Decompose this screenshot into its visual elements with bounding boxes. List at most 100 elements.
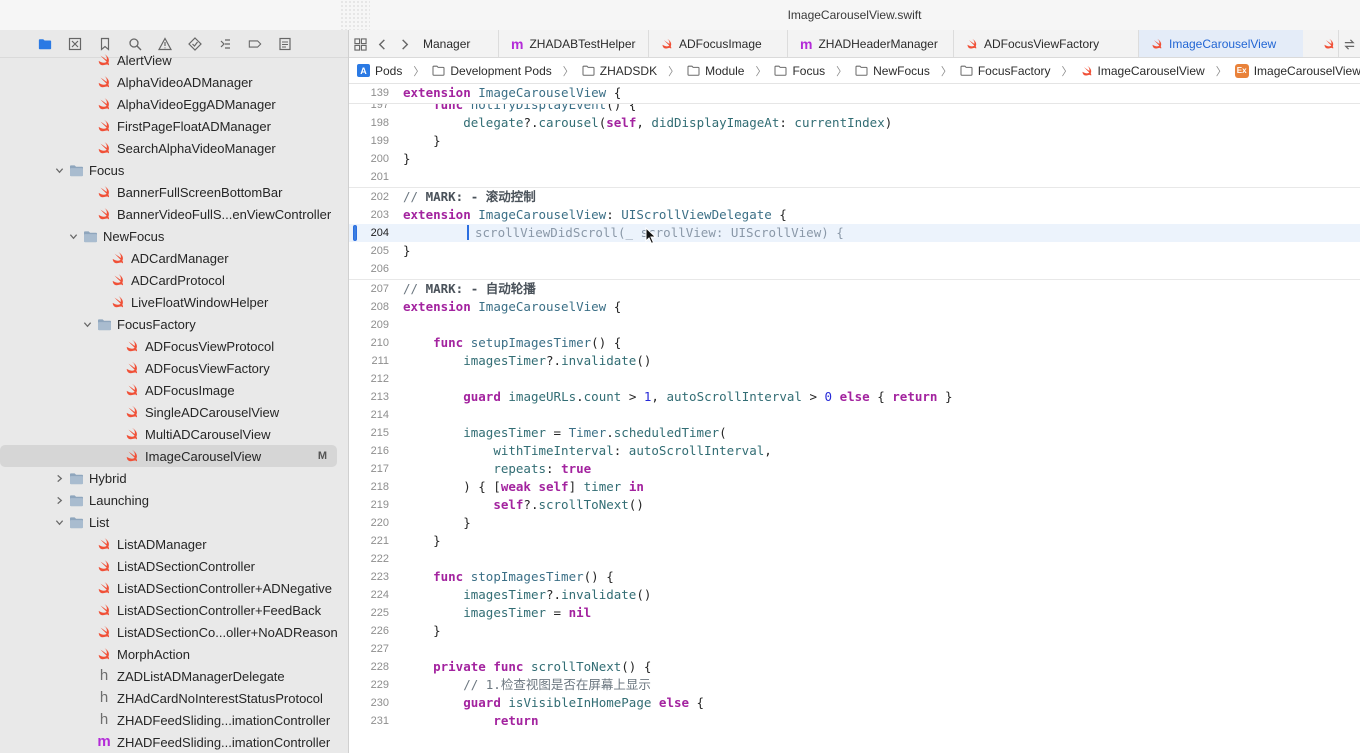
code-line[interactable]: 201 xyxy=(349,168,1360,186)
file-row[interactable]: ADFocusViewFactory xyxy=(0,357,348,379)
code-line[interactable]: 200} xyxy=(349,150,1360,168)
code-line[interactable]: 199 } xyxy=(349,132,1360,150)
code-line[interactable]: 225 imagesTimer = nil xyxy=(349,604,1360,622)
file-row[interactable]: ImageCarouselView M xyxy=(0,445,337,467)
editor-tab[interactable]: ADFocusViewFactory xyxy=(953,30,1119,57)
code-line[interactable]: 218 ) { [weak self] timer in xyxy=(349,478,1360,496)
code-line[interactable]: 206 xyxy=(349,260,1360,278)
file-row[interactable]: MultiADCarouselView xyxy=(0,423,348,445)
breadcrumb-item[interactable]: ImageCarouselView 〉 xyxy=(1081,63,1235,79)
code-line[interactable]: 231 return xyxy=(349,712,1360,730)
file-row[interactable]: AlertView xyxy=(0,49,348,71)
code-line[interactable]: 222 xyxy=(349,550,1360,568)
swift-file-icon xyxy=(124,404,140,420)
folder-row[interactable]: Launching xyxy=(0,489,348,511)
code-line[interactable]: 220 } xyxy=(349,514,1360,532)
disclosure-expanded-icon[interactable] xyxy=(68,231,78,241)
code-line[interactable]: 208 extension ImageCarouselView { xyxy=(349,298,1360,316)
disclosure-expanded-icon[interactable] xyxy=(82,319,92,329)
file-row[interactable]: FirstPageFloatADManager xyxy=(0,115,348,137)
code-line[interactable]: 229 // 1.检查视图是否在屏幕上显示 xyxy=(349,676,1360,694)
code-line[interactable]: 207 // MARK: - 自动轮播 xyxy=(349,280,1360,298)
swift-file-icon xyxy=(124,426,140,442)
tab-overflow-icon[interactable] xyxy=(1338,30,1360,57)
breadcrumb-item[interactable]: ZHADSDK 〉 xyxy=(582,63,687,79)
file-row[interactable]: SearchAlphaVideoManager xyxy=(0,137,348,159)
editor-tab[interactable]: m ZHADHeaderManager xyxy=(787,30,953,57)
editor-tab[interactable]: ImageCarouselView xyxy=(1138,30,1303,57)
code-editor[interactable]: 196197 func notifyDisplayEvent() {198 de… xyxy=(349,84,1360,753)
file-row[interactable]: SingleADCarouselView xyxy=(0,401,348,423)
code-line[interactable]: 210 func setupImagesTimer() { xyxy=(349,334,1360,352)
file-row[interactable]: h ZHADFeedSliding...imationController xyxy=(0,709,348,731)
file-row[interactable]: ADCardManager xyxy=(0,247,348,269)
file-row[interactable]: ADFocusViewProtocol xyxy=(0,335,348,357)
current-line-marker[interactable] xyxy=(353,225,357,241)
code-line[interactable]: 230 guard isVisibleInHomePage else { xyxy=(349,694,1360,712)
breadcrumb-item[interactable]: FocusFactory 〉 xyxy=(960,63,1081,79)
file-row[interactable]: ListADSectionCo...oller+NoADReason xyxy=(0,621,348,643)
file-row[interactable]: AlphaVideoADManager xyxy=(0,71,348,93)
file-row[interactable]: h ZHAdCardNoInterestStatusProtocol xyxy=(0,687,348,709)
file-row[interactable]: LiveFloatWindowHelper xyxy=(0,291,348,313)
code-line[interactable]: 224 imagesTimer?.invalidate() xyxy=(349,586,1360,604)
file-row[interactable]: BannerVideoFullS...enViewController xyxy=(0,203,348,225)
code-line[interactable]: 228 private func scrollToNext() { xyxy=(349,658,1360,676)
file-row[interactable]: ListADManager xyxy=(0,533,348,555)
file-label: BannerFullScreenBottomBar xyxy=(117,184,283,200)
disclosure-collapsed-icon[interactable] xyxy=(54,473,64,483)
code-line[interactable]: 203 extension ImageCarouselView: UIScroll… xyxy=(349,206,1360,224)
file-row[interactable]: ListADSectionController xyxy=(0,555,348,577)
editor-tab[interactable]: m ZHADABTestHelper xyxy=(498,30,648,57)
file-row[interactable]: ListADSectionController+ADNegative xyxy=(0,577,348,599)
folder-row[interactable]: FocusFactory xyxy=(0,313,348,335)
code-line[interactable]: 214 xyxy=(349,406,1360,424)
file-row[interactable]: AlphaVideoEggADManager xyxy=(0,93,348,115)
code-text: extension ImageCarouselView: UIScrollVie… xyxy=(403,207,787,222)
folder-row[interactable]: Hybrid xyxy=(0,467,348,489)
code-line[interactable]: 215 imagesTimer = Timer.scheduledTimer( xyxy=(349,424,1360,442)
code-line[interactable]: 209 xyxy=(349,316,1360,334)
code-line[interactable]: 227 xyxy=(349,640,1360,658)
breadcrumb-item[interactable]: NewFocus 〉 xyxy=(855,63,960,79)
breadcrumb-item[interactable]: Ex ImageCarouselView xyxy=(1234,63,1360,78)
forward-arrow-icon[interactable] xyxy=(393,30,415,57)
file-row[interactable]: BannerFullScreenBottomBar xyxy=(0,181,348,203)
code-line[interactable]: 212 xyxy=(349,370,1360,388)
folder-row[interactable]: Focus xyxy=(0,159,348,181)
code-line[interactable]: 217 repeats: true xyxy=(349,460,1360,478)
code-line[interactable]: 219 self?.scrollToNext() xyxy=(349,496,1360,514)
folder-row[interactable]: NewFocus xyxy=(0,225,348,247)
file-row[interactable]: ListADSectionController+FeedBack xyxy=(0,599,348,621)
file-row[interactable]: m ZHADFeedSliding...imationController xyxy=(0,731,348,753)
code-line[interactable]: 216 withTimeInterval: autoScrollInterval… xyxy=(349,442,1360,460)
line-number: 213 xyxy=(370,391,389,403)
editor-tab[interactable]: ADFocusImage xyxy=(648,30,787,57)
disclosure-expanded-icon[interactable] xyxy=(54,517,64,527)
code-line[interactable]: 204 scrollViewDidScroll(_ scrollView: UIS… xyxy=(349,224,1360,242)
disclosure-collapsed-icon[interactable] xyxy=(54,495,64,505)
code-line[interactable]: 202 // MARK: - 滚动控制 xyxy=(349,188,1360,206)
file-row[interactable]: h ZADListADManagerDelegate xyxy=(0,665,348,687)
code-line[interactable]: 223 func stopImagesTimer() { xyxy=(349,568,1360,586)
breadcrumb-item[interactable]: Focus 〉 xyxy=(774,63,855,79)
file-row[interactable]: MorphAction xyxy=(0,643,348,665)
file-row[interactable]: ADCardProtocol xyxy=(0,269,348,291)
file-label: ListADSectionCo...oller+NoADReason xyxy=(117,624,338,640)
breadcrumb-item[interactable]: A Pods 〉 xyxy=(357,63,432,79)
sticky-scope-header[interactable]: 139 extension ImageCarouselView { xyxy=(349,84,1360,104)
file-row[interactable]: ADFocusImage xyxy=(0,379,348,401)
code-line[interactable]: 213 guard imageURLs.count > 1, autoScrol… xyxy=(349,388,1360,406)
code-line[interactable]: 198 delegate?.carousel(self, didDisplayI… xyxy=(349,114,1360,132)
code-line[interactable]: 205} xyxy=(349,242,1360,260)
code-line[interactable]: 221 } xyxy=(349,532,1360,550)
disclosure-expanded-icon[interactable] xyxy=(54,165,64,175)
code-line[interactable]: 211 imagesTimer?.invalidate() xyxy=(349,352,1360,370)
back-arrow-icon[interactable] xyxy=(371,30,393,57)
breadcrumb-item[interactable]: Module 〉 xyxy=(687,63,774,79)
breadcrumb-item[interactable]: Development Pods 〉 xyxy=(432,63,581,79)
grid-icon[interactable] xyxy=(349,30,371,57)
code-text: self?.scrollToNext() xyxy=(493,497,644,512)
code-line[interactable]: 226 } xyxy=(349,622,1360,640)
folder-row[interactable]: List xyxy=(0,511,348,533)
